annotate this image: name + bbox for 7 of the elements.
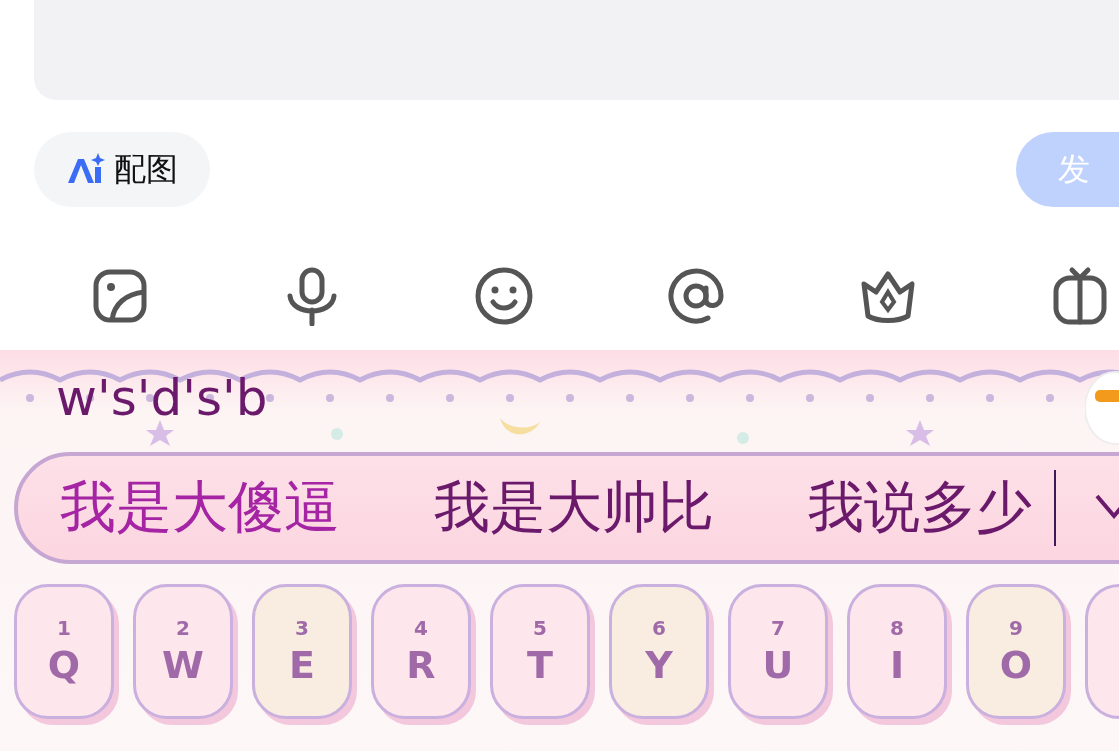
candidate-word[interactable]: 我说多少 bbox=[808, 470, 1032, 546]
ai-image-button[interactable]: 配图 bbox=[34, 132, 210, 207]
candidate-word[interactable]: 我是大傻逼 bbox=[60, 470, 340, 546]
candidate-word[interactable]: 我是大帅比 bbox=[434, 470, 714, 546]
emoji-icon[interactable] bbox=[474, 266, 534, 326]
pinyin-composition: w's'd's'b bbox=[56, 370, 269, 426]
at-sign-icon[interactable] bbox=[666, 266, 726, 326]
